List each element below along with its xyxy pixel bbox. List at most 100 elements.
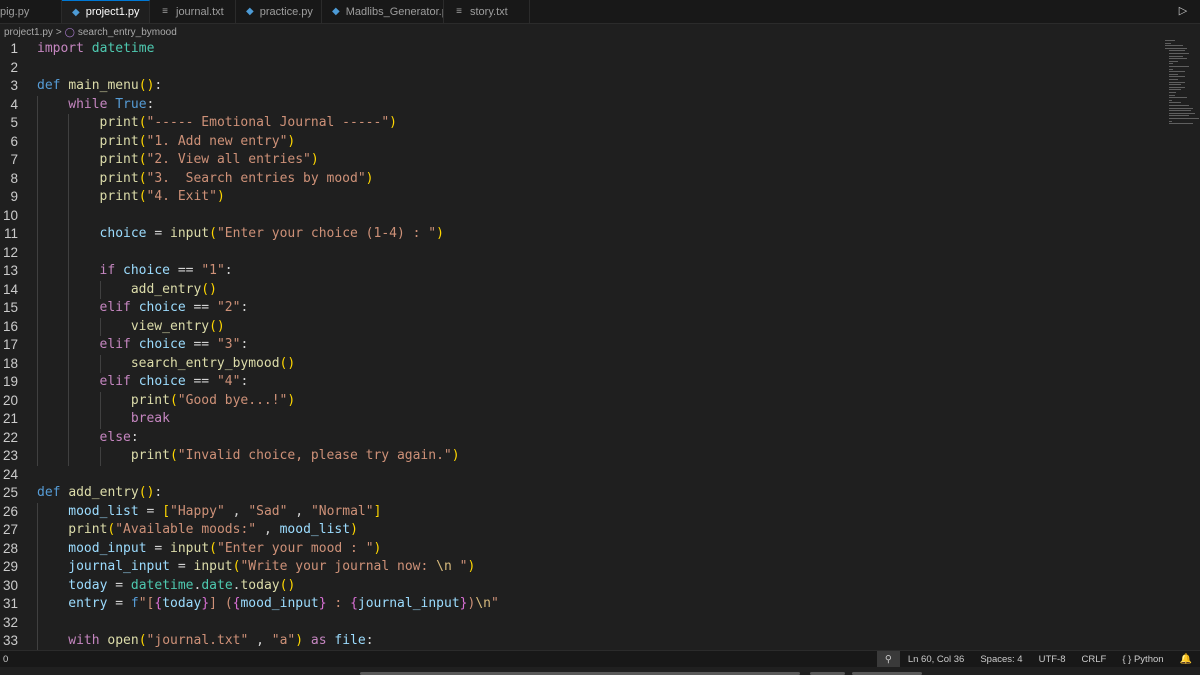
indent-guide	[68, 428, 70, 447]
indent-guide	[68, 447, 70, 466]
code-token: mood_list	[279, 522, 351, 537]
tab-pig-py[interactable]: pig.py	[0, 0, 62, 23]
code-token: while	[68, 96, 108, 112]
code-text: journal_input = input("Write your journa…	[68, 558, 475, 577]
code-line[interactable]: 12	[0, 243, 1160, 262]
code-line[interactable]: 32	[0, 613, 1160, 632]
line-number: 7	[10, 152, 18, 167]
code-token: ,	[248, 633, 272, 648]
code-line[interactable]: 10	[0, 206, 1160, 225]
code-token: :	[154, 78, 163, 93]
code-token: ()	[209, 318, 225, 334]
minimap[interactable]	[1165, 40, 1200, 140]
code-line[interactable]: 21 break	[0, 410, 1160, 429]
code-line[interactable]: 27 print("Available moods:" , mood_list)	[0, 521, 1160, 540]
code-line[interactable]: 3 def main_menu():	[0, 77, 1160, 96]
code-line[interactable]: 31 entry = f"[{today}] ({mood_input} : {j…	[0, 595, 1160, 614]
code-line[interactable]: 8 print("3. Search entries by mood")	[0, 169, 1160, 189]
code-line[interactable]: 30 today = datetime.date.today()	[0, 576, 1160, 596]
code-line[interactable]: 28 mood_input = input("Enter your mood : …	[0, 539, 1160, 558]
tab-journal-txt[interactable]: ≡ journal.txt	[150, 0, 236, 23]
code-line[interactable]: 13 if choice == "1":	[0, 262, 1160, 281]
code-text: print("3. Search entries by mood")	[100, 170, 374, 189]
indent-guide	[68, 188, 70, 207]
line-number: 28	[2, 540, 18, 556]
status-cursor-position[interactable]: Ln 60, Col 36	[900, 654, 973, 665]
code-token: choice	[123, 263, 170, 278]
line-number: 12	[2, 244, 18, 260]
line-number: 6	[10, 133, 18, 149]
code-token: (	[169, 448, 178, 463]
code-token: print	[99, 189, 139, 204]
code-line[interactable]: 11 choice = input("Enter your choice (1-4…	[0, 225, 1160, 244]
code-line[interactable]: 18 search_entry_bymood()	[0, 354, 1160, 373]
minimap-line	[1169, 92, 1176, 93]
breadcrumb: project1.py > ◯ search_entry_bymood	[0, 24, 1200, 40]
code-line[interactable]: 6 print("1. Add new entry")	[0, 132, 1160, 152]
code-line[interactable]: 29 journal_input = input("Write your jour…	[0, 558, 1160, 577]
tab-madlibs-generator-py[interactable]: ◆ Madlibs_Generator.py	[322, 0, 444, 23]
indent-guide	[37, 132, 38, 151]
code-line[interactable]: 17 elif choice == "3":	[0, 336, 1160, 355]
code-line[interactable]: 7 print("2. View all entries")	[0, 151, 1160, 170]
code-line[interactable]: 20 print("Good bye...!")	[0, 391, 1160, 410]
code-line[interactable]: 24	[0, 466, 1160, 485]
code-token: }	[201, 596, 210, 611]
code-line[interactable]: 1 import datetime	[0, 40, 1160, 59]
code-token: "2. View all entries"	[146, 152, 311, 167]
code-token: add_entry	[68, 485, 139, 500]
code-line[interactable]: 9 print("4. Exit")	[0, 188, 1160, 207]
code-line[interactable]: 19 elif choice == "4":	[0, 373, 1160, 392]
code-line[interactable]: 5 print("----- Emotional Journal -----")	[0, 114, 1160, 133]
tab-practice-py[interactable]: ◆ practice.py	[236, 0, 322, 23]
code-token: [	[162, 503, 171, 519]
breadcrumb-symbol[interactable]: search_entry_bymood	[78, 27, 177, 38]
code-line[interactable]: 16 view_entry()	[0, 317, 1160, 336]
code-token: ()	[138, 485, 155, 500]
indent-guide	[37, 280, 38, 299]
code-editor[interactable]: 1 import datetime 2 3 def main_menu(): 4 while…	[0, 40, 1160, 650]
code-token: date	[201, 577, 233, 593]
line-number: 5	[10, 115, 18, 130]
code-token: def	[37, 485, 61, 500]
line-number: 30	[2, 577, 18, 593]
code-text: today = datetime.date.today()	[68, 577, 295, 596]
minimap-line	[1169, 94, 1175, 96]
code-token: ==	[170, 263, 202, 278]
code-line[interactable]: 2	[0, 59, 1160, 78]
status-indentation[interactable]: Spaces: 4	[972, 654, 1030, 665]
tab-project1-py[interactable]: ◆project1.py✕	[62, 0, 150, 23]
breadcrumb-file[interactable]: project1.py	[4, 27, 53, 38]
code-token: ==	[185, 374, 217, 389]
code-text: print("1. Add new entry")	[100, 133, 296, 152]
code-text: elif choice == "4":	[100, 373, 249, 392]
code-line[interactable]: 4 while True:	[0, 95, 1160, 114]
code-line[interactable]: 23 print("Invalid choice, please try agai…	[0, 447, 1160, 466]
tab-label: Madlibs_Generator.py	[345, 5, 444, 18]
tab-story-txt[interactable]: ≡ story.txt	[444, 0, 530, 23]
run-icon[interactable]: ▷	[1176, 4, 1190, 18]
code-line[interactable]: 26 mood_list = ["Happy" , "Sad" , "Normal…	[0, 502, 1160, 521]
code-token: "Invalid choice, please try again."	[177, 448, 452, 463]
code-line[interactable]: 14 add_entry()	[0, 280, 1160, 299]
status-encoding[interactable]: UTF-8	[1031, 654, 1074, 665]
code-token: )	[389, 115, 397, 130]
code-token: ,	[256, 522, 280, 537]
indent-guide	[68, 206, 70, 225]
tab-label: journal.txt	[176, 5, 224, 18]
bell-icon[interactable]: 🔔	[1172, 654, 1200, 665]
code-token: (	[209, 540, 217, 556]
code-line[interactable]: 25 def add_entry():	[0, 484, 1160, 503]
indent-guide	[99, 317, 101, 336]
zoom-icon[interactable]: ⚲	[876, 651, 900, 667]
status-language[interactable]: { } Python	[1114, 654, 1171, 665]
indent-guide	[37, 169, 38, 188]
status-problems[interactable]: 0	[0, 654, 8, 665]
code-line[interactable]: 15 elif choice == "2":	[0, 299, 1160, 318]
code-line[interactable]: 22 else:	[0, 428, 1160, 447]
status-eol[interactable]: CRLF	[1074, 654, 1115, 665]
minimap-line	[1169, 55, 1183, 57]
code-line[interactable]: 33 with open("journal.txt" , "a") as file…	[0, 632, 1160, 650]
indent-guide	[68, 262, 70, 281]
